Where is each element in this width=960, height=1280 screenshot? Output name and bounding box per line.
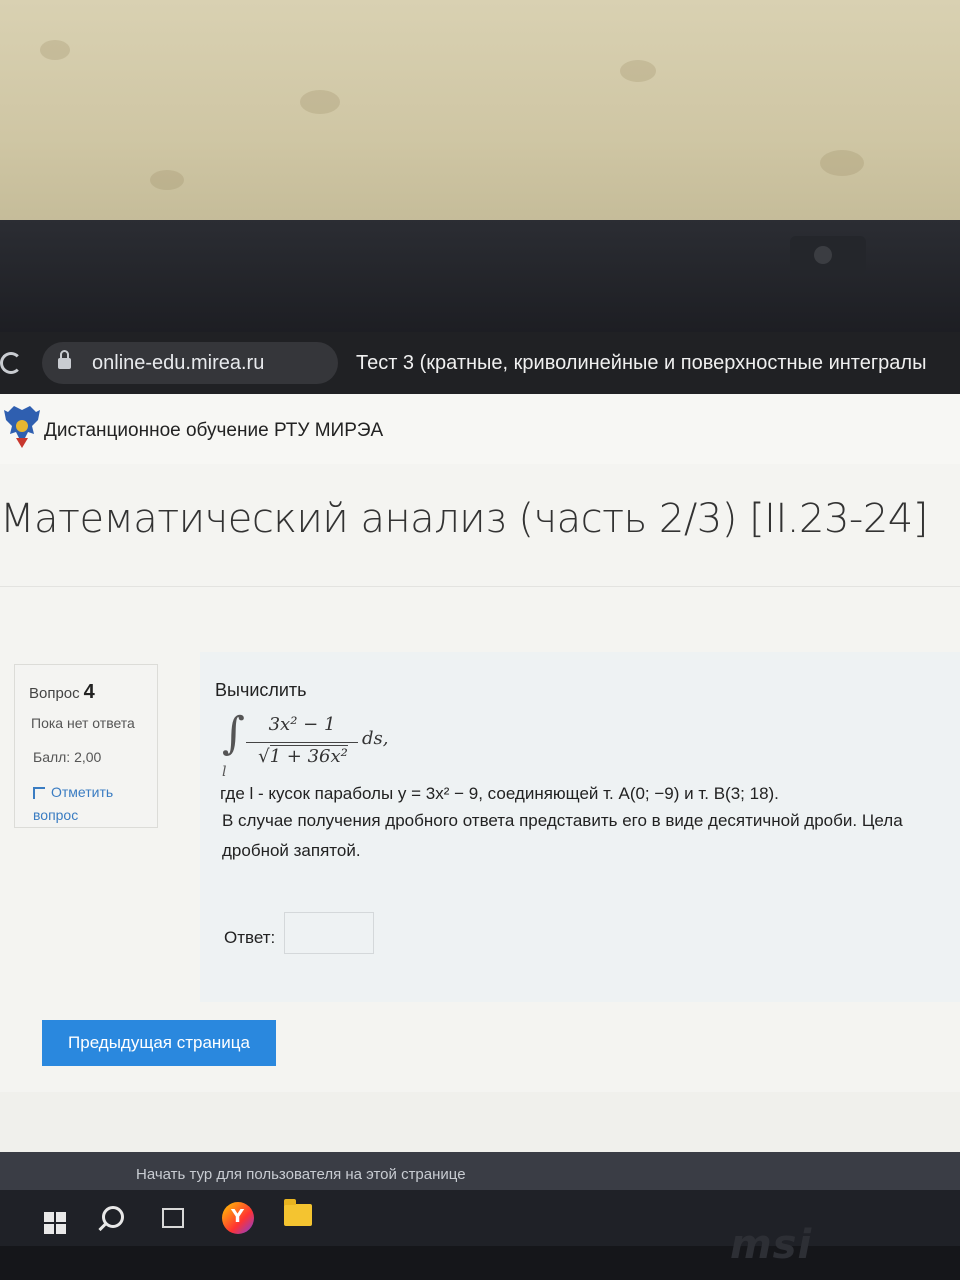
question-number-value: 4 — [83, 681, 95, 703]
question-prompt: Вычислить — [215, 680, 307, 700]
wall-texture — [150, 170, 184, 190]
search-icon[interactable] — [102, 1206, 124, 1228]
wall-texture — [40, 40, 70, 60]
laptop-bezel-bottom — [0, 1246, 960, 1280]
screen: online-edu.mirea.ru Тест 3 (кратные, кри… — [0, 332, 960, 1202]
flag-question-link[interactable]: Отметить вопрос — [33, 781, 143, 827]
radicand: 1 + 36x² — [269, 745, 348, 767]
task-view-icon[interactable] — [162, 1208, 184, 1228]
wall-texture — [300, 90, 340, 114]
fraction-bar — [246, 742, 358, 743]
integral-contour: l — [222, 764, 227, 780]
integral-differential: ds, — [362, 728, 389, 749]
course-title: Математический анализ (часть 2/3) [II.23… — [0, 496, 928, 542]
question-info-box: Вопрос 4 Пока нет ответа Балл: 2,00 Отмет… — [14, 664, 158, 828]
laptop-brand-logo: msi — [730, 1222, 813, 1268]
wall-texture — [620, 60, 656, 82]
university-emblem-icon[interactable] — [2, 404, 42, 450]
question-grade: Балл: 2,00 — [33, 749, 102, 765]
reload-icon[interactable] — [0, 352, 22, 374]
file-explorer-icon[interactable] — [284, 1199, 312, 1226]
question-condition: где l - кусок параболы y = 3x² − 9, соед… — [220, 784, 779, 803]
flag-icon[interactable] — [33, 787, 45, 800]
lock-icon[interactable] — [58, 350, 71, 369]
wall-texture — [820, 150, 864, 176]
previous-page-button[interactable]: Предыдущая страница — [42, 1020, 276, 1066]
answer-input[interactable] — [284, 912, 374, 954]
header-divider — [0, 586, 960, 587]
windows-start-icon[interactable] — [44, 1212, 66, 1234]
windows-taskbar — [0, 1190, 960, 1246]
url-text[interactable]: online-edu.mirea.ru — [92, 352, 264, 375]
integral-formula: ∫ l 3x² − 1 √1 + 36x² ds, — [222, 708, 422, 790]
integrand-numerator: 3x² − 1 — [268, 714, 336, 735]
site-name-link[interactable]: Дистанционное обучение РТУ МИРЭА — [44, 420, 383, 442]
flag-question-label[interactable]: Отметить вопрос — [33, 784, 113, 823]
page-lower-area — [0, 1092, 960, 1152]
question-status: Пока нет ответа — [31, 715, 135, 731]
yandex-browser-icon[interactable] — [222, 1202, 254, 1234]
wall-background — [0, 0, 960, 230]
user-tour-link[interactable]: Начать тур для пользователя на этой стра… — [136, 1166, 466, 1183]
page-tab-title: Тест 3 (кратные, криволинейные и поверхн… — [356, 352, 927, 374]
sqrt-icon: √ — [258, 746, 270, 767]
webcam-icon — [814, 246, 832, 264]
question-label: Вопрос — [29, 685, 80, 702]
integral-sign-icon: ∫ — [222, 708, 245, 759]
question-instruction: В случае получения дробного ответа предс… — [222, 806, 960, 866]
question-number: Вопрос 4 — [29, 681, 95, 704]
instruction-line-2: дробной запятой. — [222, 841, 361, 860]
instruction-line-1: В случае получения дробного ответа предс… — [222, 811, 903, 830]
integrand-denominator: √1 + 36x² — [248, 745, 358, 767]
answer-label: Ответ: — [224, 928, 276, 947]
browser-address-bar: online-edu.mirea.ru Тест 3 (кратные, кри… — [0, 332, 960, 394]
